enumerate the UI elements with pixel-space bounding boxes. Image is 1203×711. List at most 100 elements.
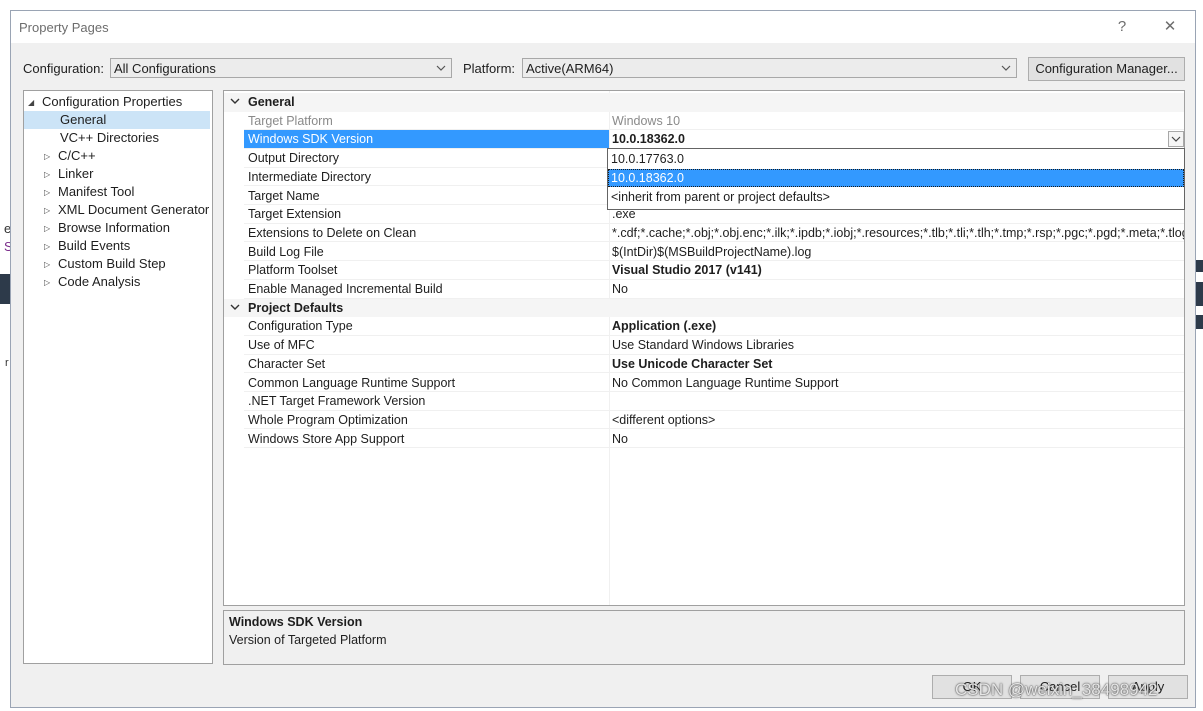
property-row[interactable]: Platform Toolset Visual Studio 2017 (v141…	[224, 261, 1184, 280]
collapsed-triangle-icon: ▷	[44, 277, 51, 287]
chevron-down-icon	[1171, 136, 1181, 143]
background-bar	[1196, 282, 1203, 306]
property-value: Use Unicode Character Set	[612, 356, 773, 371]
tree-item[interactable]: ▷ Custom Build Step	[44, 255, 166, 273]
platform-combo[interactable]: Active(ARM64)	[522, 58, 1017, 78]
tree-item[interactable]: ▷ XML Document Generator	[44, 201, 209, 219]
tree-item[interactable]: ▷ Build Events	[44, 237, 130, 255]
watermark: CSDN @weixin_38498942	[955, 680, 1158, 699]
dropdown-option[interactable]: 10.0.17763.0	[608, 150, 1184, 168]
property-row[interactable]: Build Log File $(IntDir)$(MSBuildProjectN…	[224, 243, 1184, 262]
configuration-value: All Configurations	[114, 61, 216, 76]
property-name: Output Directory	[248, 151, 340, 166]
configuration-label: Configuration:	[23, 61, 104, 76]
property-row[interactable]: Target Platform Windows 10	[224, 112, 1184, 131]
property-name: Intermediate Directory	[248, 169, 371, 184]
property-name: .NET Target Framework Version	[248, 394, 426, 409]
tree-item[interactable]: ▷ Code Analysis	[44, 273, 140, 291]
tree-item-label: Manifest Tool	[58, 184, 135, 199]
sdk-version-dropdown-list: 10.0.17763.0 10.0.18362.0 <inherit from pa…	[607, 148, 1185, 210]
property-value[interactable]: 10.0.18362.0	[612, 132, 685, 146]
platform-value: Active(ARM64)	[526, 61, 614, 76]
chevron-down-icon	[436, 65, 446, 71]
tree-item[interactable]: ▷ Browse Information	[44, 219, 170, 237]
property-name: Build Log File	[248, 244, 324, 259]
property-name: Windows SDK Version	[248, 132, 374, 147]
collapsed-triangle-icon: ▷	[44, 187, 51, 197]
description-pane: Windows SDK Version Version of Targeted …	[223, 610, 1185, 665]
configuration-combo[interactable]: All Configurations	[110, 58, 452, 78]
property-name: Use of MFC	[248, 338, 315, 353]
property-value: No	[612, 282, 628, 296]
category-project-defaults[interactable]: Project Defaults	[224, 298, 1184, 318]
tree-item[interactable]: VC++ Directories	[24, 129, 159, 147]
tree-root-configuration-properties[interactable]: ◢ Configuration Properties	[28, 93, 182, 111]
expanded-triangle-icon: ◢	[28, 97, 35, 107]
tree-item-label: Linker	[58, 166, 94, 181]
description-text: Version of Targeted Platform	[229, 633, 387, 647]
property-value: Application (.exe)	[612, 319, 717, 334]
tree-item[interactable]: ▷ Manifest Tool	[44, 183, 134, 201]
property-value: No Common Language Runtime Support	[612, 375, 839, 390]
tree-item-label: General	[60, 112, 107, 127]
tree-item-label: Browse Information	[58, 220, 170, 235]
background-bar	[1196, 260, 1203, 272]
property-value: No	[612, 431, 628, 446]
chevron-down-icon	[230, 304, 240, 310]
property-name: Extensions to Delete on Clean	[248, 225, 417, 240]
property-row[interactable]: Common Language Runtime Support No Common…	[224, 374, 1184, 393]
property-name: Target Name	[248, 188, 320, 203]
platform-label: Platform:	[463, 61, 516, 76]
close-button[interactable]: ✕	[1159, 16, 1181, 38]
tree-item-label: Build Events	[58, 238, 131, 253]
help-button[interactable]: ?	[1111, 16, 1133, 38]
collapsed-triangle-icon: ▷	[44, 151, 51, 161]
property-row[interactable]: Character Set Use Unicode Character Set	[224, 355, 1184, 374]
property-name: Target Extension	[248, 207, 342, 222]
dropdown-option[interactable]: 10.0.18362.0	[608, 169, 1184, 187]
tree-root-label: Configuration Properties	[42, 94, 183, 109]
collapsed-triangle-icon: ▷	[44, 259, 51, 269]
title-bar: Property Pages ? ✕	[11, 11, 1195, 43]
row-divider	[244, 447, 1184, 449]
dropdown-button[interactable]	[1168, 131, 1184, 148]
tree-item-label: VC++ Directories	[60, 130, 159, 145]
chevron-down-icon	[1001, 65, 1011, 71]
collapsed-triangle-icon: ▷	[44, 205, 51, 215]
property-row[interactable]: Configuration Type Application (.exe)	[224, 317, 1184, 336]
property-value: Windows 10	[612, 113, 681, 128]
description-title: Windows SDK Version	[229, 615, 363, 629]
background-text: r	[5, 357, 9, 369]
property-row[interactable]: Windows Store App Support No	[224, 430, 1184, 449]
tree-item[interactable]: ▷ Linker	[44, 165, 93, 183]
property-name: Target Platform	[248, 113, 333, 128]
property-name: Configuration Type	[248, 319, 353, 334]
property-row[interactable]: .NET Target Framework Version	[224, 392, 1184, 411]
tree-item[interactable]: ▷ C/C++	[44, 147, 96, 165]
tree-item-label: Custom Build Step	[58, 256, 166, 271]
property-value: $(IntDir)$(MSBuildProjectName).log	[612, 244, 812, 259]
property-name: Whole Program Optimization	[248, 412, 408, 427]
property-pages-dialog: Property Pages ? ✕ Configuration: All Co…	[10, 10, 1196, 708]
background-bar	[1196, 315, 1203, 329]
property-row[interactable]: Use of MFC Use Standard Windows Libraries	[224, 336, 1184, 355]
chevron-down-icon	[230, 98, 240, 104]
tree-item-label: C/C++	[58, 148, 96, 163]
collapsed-triangle-icon: ▷	[44, 169, 51, 179]
property-value: <different options>	[612, 412, 716, 427]
property-name: Windows Store App Support	[248, 431, 405, 446]
tree-item-label: Code Analysis	[58, 274, 141, 289]
property-row[interactable]: Windows SDK Version 10.0.18362.0	[224, 130, 1184, 149]
property-name: Platform Toolset	[248, 263, 338, 278]
property-row[interactable]: Whole Program Optimization <different opt…	[224, 411, 1184, 430]
configuration-manager-button[interactable]: Configuration Manager...	[1028, 57, 1185, 81]
property-row[interactable]: Enable Managed Incremental Build No	[224, 280, 1184, 299]
tree-item-label: XML Document Generator	[58, 202, 210, 217]
property-row[interactable]: Extensions to Delete on Clean *.cdf;*.cac…	[224, 224, 1184, 243]
collapsed-triangle-icon: ▷	[44, 241, 51, 251]
dropdown-option[interactable]: <inherit from parent or project defaults…	[608, 188, 1184, 206]
tree-item[interactable]: General	[24, 111, 210, 129]
category-general[interactable]: General	[224, 93, 1184, 112]
property-value: Use Standard Windows Libraries	[612, 338, 795, 353]
property-tree: ◢ Configuration Properties General VC++ Di…	[23, 90, 213, 664]
